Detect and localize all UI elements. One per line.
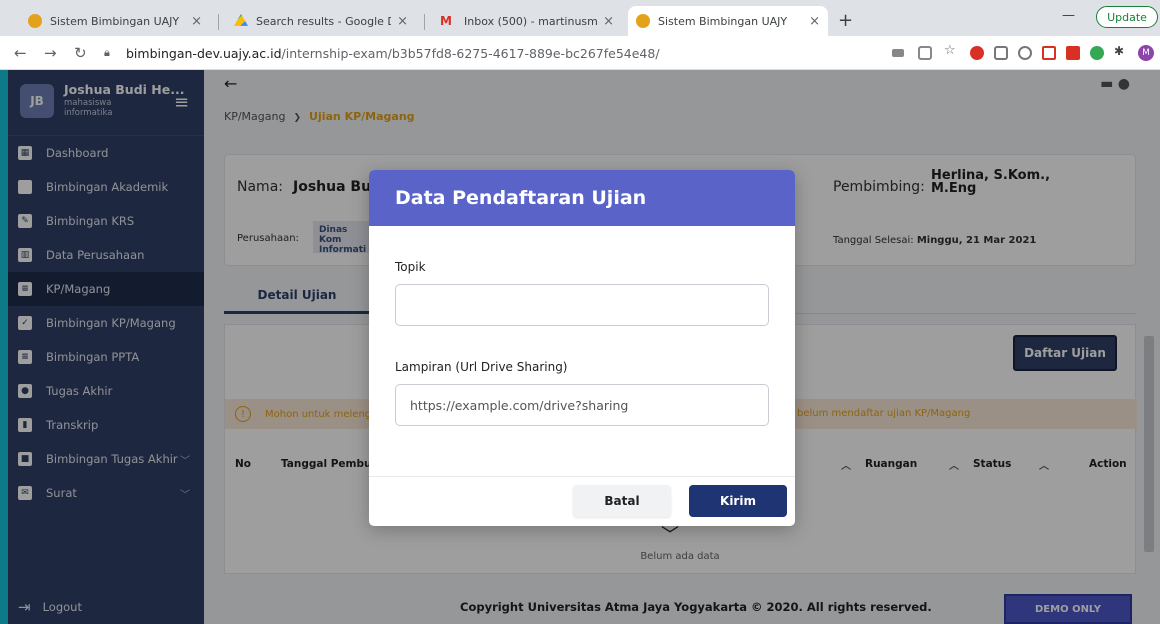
close-icon[interactable]: × xyxy=(397,14,408,29)
url-field[interactable]: 🔒︎ bimbingan-dev.uajy.ac.id/internship-e… xyxy=(104,40,1014,66)
address-bar: ← → ↻ 🔒︎ bimbingan-dev.uajy.ac.id/intern… xyxy=(0,36,1160,70)
browser-tab-4-active[interactable]: Sistem Bimbingan UAJY × xyxy=(628,6,828,36)
update-label: Update xyxy=(1107,10,1147,24)
lampiran-label: Lampiran (Url Drive Sharing) xyxy=(395,360,568,374)
camera-icon[interactable] xyxy=(994,46,1008,60)
close-icon[interactable]: × xyxy=(191,14,202,29)
extension-icon[interactable] xyxy=(1090,46,1104,60)
google-drive-icon xyxy=(234,14,248,26)
uajy-favicon-icon xyxy=(636,14,650,28)
profile-avatar[interactable]: M xyxy=(1138,45,1154,61)
topik-input[interactable] xyxy=(395,284,769,326)
close-icon[interactable]: × xyxy=(603,14,614,29)
pdf-icon[interactable] xyxy=(1066,46,1080,60)
cast-icon[interactable] xyxy=(1042,46,1056,60)
forward-icon[interactable]: → xyxy=(44,44,57,62)
browser-tab-1[interactable]: Sistem Bimbingan UAJY × xyxy=(20,6,210,36)
puzzle-icon[interactable]: ✱ xyxy=(1114,44,1128,58)
install-icon[interactable] xyxy=(918,46,932,60)
tab-title: Search results - Google Drive xyxy=(256,14,391,28)
cancel-button[interactable]: Batal xyxy=(573,485,671,517)
browser-tab-2[interactable]: Search results - Google Drive × xyxy=(226,6,416,36)
tab-title: Inbox (500) - martinusmaslim122 xyxy=(464,14,598,28)
gmail-icon: M xyxy=(440,14,452,28)
back-icon[interactable]: ← xyxy=(14,44,27,62)
submit-button[interactable]: Kirim xyxy=(689,485,787,517)
lock-icon: 🔒︎ xyxy=(104,46,110,59)
url-host: bimbingan-dev.uajy.ac.id xyxy=(126,45,282,61)
reload-icon[interactable]: ↻ xyxy=(74,44,87,62)
new-tab-icon[interactable]: + xyxy=(838,10,853,31)
uajy-favicon-icon xyxy=(28,14,42,28)
modal-footer: Batal Kirim xyxy=(369,476,795,526)
url-path: /internship-exam/b3b57fd8-6275-4617-889e… xyxy=(281,45,660,61)
star-icon[interactable]: ☆ xyxy=(944,43,958,58)
tab-title: Sistem Bimbingan UAJY xyxy=(658,14,788,28)
lampiran-url-input[interactable] xyxy=(395,384,769,426)
minimize-icon[interactable]: — xyxy=(1062,8,1075,23)
key-icon[interactable] xyxy=(892,49,904,57)
adblock-icon[interactable] xyxy=(970,46,984,60)
modal-title: Data Pendaftaran Ujian xyxy=(369,170,795,226)
window-border xyxy=(0,70,8,624)
browser-tabstrip: Sistem Bimbingan UAJY × Search results -… xyxy=(0,0,1160,36)
exam-registration-modal: Data Pendaftaran Ujian Topik Lampiran (U… xyxy=(369,170,795,526)
block-icon[interactable] xyxy=(1018,46,1032,60)
close-icon[interactable]: × xyxy=(809,14,820,29)
topik-label: Topik xyxy=(395,260,426,274)
update-button[interactable]: Update xyxy=(1096,6,1158,28)
tab-title: Sistem Bimbingan UAJY xyxy=(50,14,180,28)
browser-tab-3[interactable]: M Inbox (500) - martinusmaslim122 × xyxy=(432,6,622,36)
profile-initial: M xyxy=(1142,48,1150,58)
